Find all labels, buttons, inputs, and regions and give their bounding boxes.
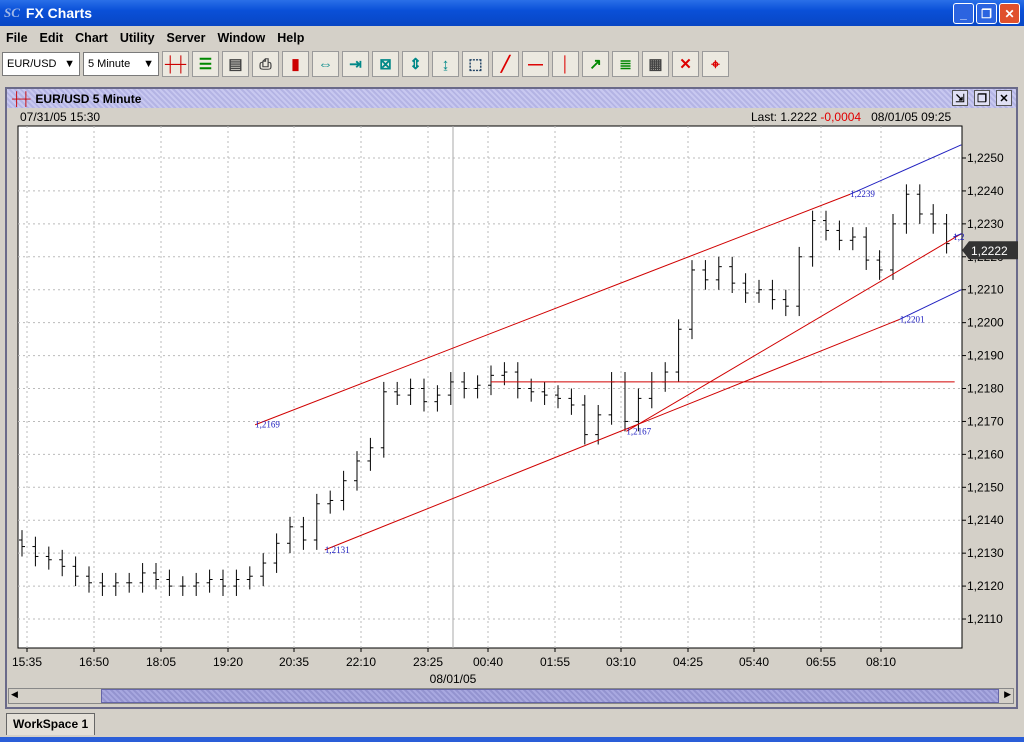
x-tick-label: 19:20: [213, 655, 243, 669]
trend-line-label: 1,2169: [255, 420, 280, 430]
x-tick-label: 00:40: [473, 655, 503, 669]
y-tick-label: 1,2180: [967, 382, 1004, 396]
x-tick-label: 20:35: [279, 655, 309, 669]
x-tick-label: 04:25: [673, 655, 703, 669]
price-chart[interactable]: 1,22501,22401,22301,22201,22101,22001,21…: [0, 0, 1024, 742]
x-tick-label: 05:40: [739, 655, 769, 669]
x-tick-label: 18:05: [146, 655, 176, 669]
y-tick-label: 1,2160: [967, 447, 1004, 461]
x-tick-label: 15:35: [12, 655, 42, 669]
y-tick-label: 1,2250: [967, 151, 1004, 165]
x-tick-label: 03:10: [606, 655, 636, 669]
trend-line-label: 1,2167: [626, 426, 651, 436]
y-tick-label: 1,2110: [967, 612, 1003, 626]
x-tick-label: 16:50: [79, 655, 109, 669]
x-tick-label: 23:25: [413, 655, 443, 669]
current-price-label: 1,2222: [971, 244, 1008, 258]
x-tick-label: 01:55: [540, 655, 570, 669]
taskbar: [0, 737, 1024, 742]
y-tick-label: 1,2150: [967, 480, 1004, 494]
y-tick-label: 1,2140: [967, 513, 1004, 527]
y-tick-label: 1,2230: [967, 217, 1004, 231]
scroll-left-icon[interactable]: ◀: [11, 689, 18, 700]
y-tick-label: 1,2240: [967, 184, 1004, 198]
trend-line-label: 1,2131: [325, 545, 350, 555]
x-tick-label: 08:10: [866, 655, 896, 669]
horizontal-scrollbar[interactable]: ◀ ▶: [8, 688, 1014, 704]
scroll-right-icon[interactable]: ▶: [1004, 689, 1011, 700]
trend-line-label: 1,2: [953, 232, 964, 242]
y-tick-label: 1,2190: [967, 349, 1004, 363]
trend-line-label: 1,2201: [900, 314, 925, 324]
trend-line-label: 1,2239: [850, 189, 875, 199]
date-label: 08/01/05: [430, 672, 477, 686]
y-tick-label: 1,2210: [967, 283, 1004, 297]
x-tick-label: 22:10: [346, 655, 376, 669]
plot-area: [17, 125, 963, 649]
y-tick-label: 1,2170: [967, 414, 1004, 428]
x-tick-label: 06:55: [806, 655, 836, 669]
y-tick-label: 1,2130: [967, 546, 1004, 560]
y-tick-label: 1,2120: [967, 579, 1004, 593]
tab-workspace-1[interactable]: WorkSpace 1: [6, 713, 96, 735]
y-tick-label: 1,2200: [967, 316, 1004, 330]
scrollbar-thumb[interactable]: [101, 689, 999, 703]
